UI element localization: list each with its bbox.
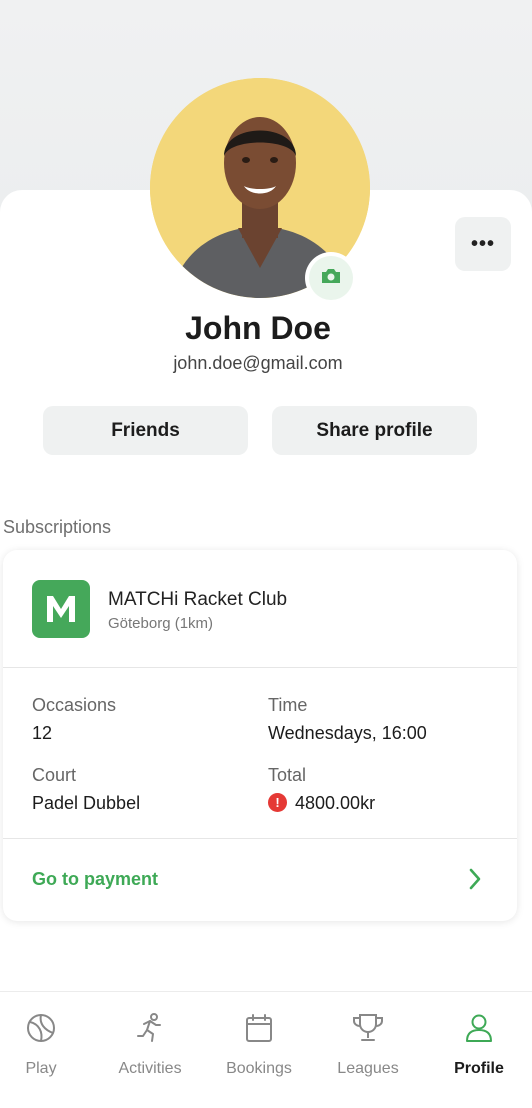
- camera-icon: [320, 267, 342, 290]
- nav-label-profile: Profile: [454, 1060, 504, 1077]
- trophy-icon: [351, 1010, 385, 1046]
- nav-label-activities: Activities: [118, 1060, 182, 1077]
- divider: [3, 838, 517, 839]
- bottom-nav: Play Activities Bookings Leagues Profile: [0, 991, 532, 1108]
- section-title-subscriptions: Subscriptions: [3, 517, 112, 537]
- friends-button-label: Friends: [111, 419, 180, 441]
- friends-button[interactable]: Friends: [43, 406, 248, 455]
- alert-icon: !: [268, 793, 287, 812]
- nav-item-play[interactable]: Play: [0, 992, 94, 1092]
- total-label: Total: [268, 765, 307, 785]
- divider: [3, 667, 517, 668]
- occasions-label: Occasions: [32, 695, 117, 715]
- running-person-icon: [134, 1010, 166, 1046]
- court-value: Padel Dubbel: [32, 793, 141, 813]
- tennis-ball-icon: [25, 1010, 57, 1046]
- nav-item-profile[interactable]: Profile: [426, 992, 532, 1092]
- court-label: Court: [32, 765, 77, 785]
- go-to-payment-link[interactable]: Go to payment: [32, 869, 158, 890]
- club-logo-m-icon: [47, 596, 75, 622]
- nav-label-leagues: Leagues: [337, 1060, 399, 1077]
- calendar-icon: [243, 1010, 275, 1046]
- club-location: Göteborg (1km): [108, 615, 214, 632]
- share-profile-button-label: Share profile: [316, 419, 433, 441]
- more-options-button[interactable]: •••: [455, 217, 511, 271]
- nav-item-leagues[interactable]: Leagues: [315, 992, 421, 1092]
- share-profile-button[interactable]: Share profile: [272, 406, 477, 455]
- time-label: Time: [268, 695, 308, 715]
- change-photo-button[interactable]: [305, 252, 357, 304]
- nav-item-activities[interactable]: Activities: [97, 992, 203, 1092]
- profile-email: john.doe@gmail.com: [173, 353, 343, 373]
- chevron-right-icon[interactable]: [465, 866, 485, 897]
- profile-name: John Doe: [185, 310, 331, 346]
- nav-item-bookings[interactable]: Bookings: [206, 992, 312, 1092]
- subscription-card[interactable]: MATCHi Racket Club Göteborg (1km) Occasi…: [3, 550, 517, 921]
- person-icon: [463, 1010, 495, 1046]
- total-value: 4800.00kr: [295, 793, 376, 813]
- time-value: Wednesdays, 16:00: [268, 723, 427, 743]
- club-logo: [32, 580, 90, 638]
- nav-label-play: Play: [25, 1060, 57, 1077]
- club-name: MATCHi Racket Club: [108, 589, 288, 610]
- nav-label-bookings: Bookings: [226, 1060, 292, 1077]
- occasions-value: 12: [32, 723, 53, 743]
- more-icon: •••: [470, 232, 495, 255]
